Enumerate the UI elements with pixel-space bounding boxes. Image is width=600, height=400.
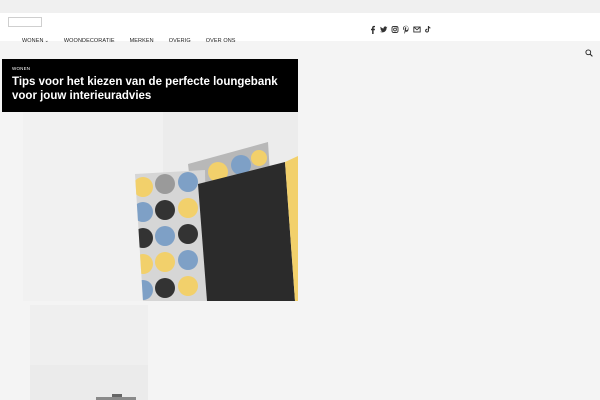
article-category[interactable]: WONEN bbox=[12, 66, 30, 71]
article-thumbnail[interactable] bbox=[30, 305, 148, 400]
nav-item-merken[interactable]: MERKEN bbox=[130, 35, 154, 47]
social-links bbox=[369, 25, 432, 34]
article-title[interactable]: Tips voor het kiezen van de perfecte lou… bbox=[12, 75, 294, 103]
featured-article-image[interactable] bbox=[23, 112, 298, 301]
nav-item-label: MERKEN bbox=[129, 38, 154, 44]
nav-item-wonen[interactable]: WONEN⌄ bbox=[22, 35, 49, 47]
main-navigation: WONEN⌄ WOONDECORATIE MERKEN OVERIG OVER … bbox=[22, 35, 251, 47]
nav-item-label: WOONDECORATIE bbox=[63, 38, 115, 44]
top-strip bbox=[0, 0, 600, 13]
search-icon[interactable] bbox=[585, 44, 593, 57]
chevron-down-icon: ⌄ bbox=[44, 38, 49, 44]
nav-item-over-ons[interactable]: OVER ONS bbox=[206, 35, 236, 47]
pinterest-icon[interactable] bbox=[402, 25, 410, 34]
twitter-icon[interactable] bbox=[380, 25, 388, 34]
nav-item-label: OVER ONS bbox=[205, 38, 236, 44]
tiktok-icon[interactable] bbox=[424, 25, 432, 34]
nav-item-label: OVERIG bbox=[168, 38, 191, 44]
nav-item-overig[interactable]: OVERIG bbox=[169, 35, 191, 47]
email-icon[interactable] bbox=[413, 25, 421, 34]
site-logo[interactable] bbox=[8, 17, 42, 27]
nav-item-label: WONEN bbox=[22, 38, 44, 44]
nav-item-woondecoratie[interactable]: WOONDECORATIE bbox=[64, 35, 115, 47]
featured-article-header[interactable]: WONEN Tips voor het kiezen van de perfec… bbox=[2, 59, 298, 112]
facebook-icon[interactable] bbox=[369, 25, 377, 34]
site-header: WONEN⌄ WOONDECORATIE MERKEN OVERIG OVER … bbox=[0, 13, 600, 44]
instagram-icon[interactable] bbox=[391, 25, 399, 34]
